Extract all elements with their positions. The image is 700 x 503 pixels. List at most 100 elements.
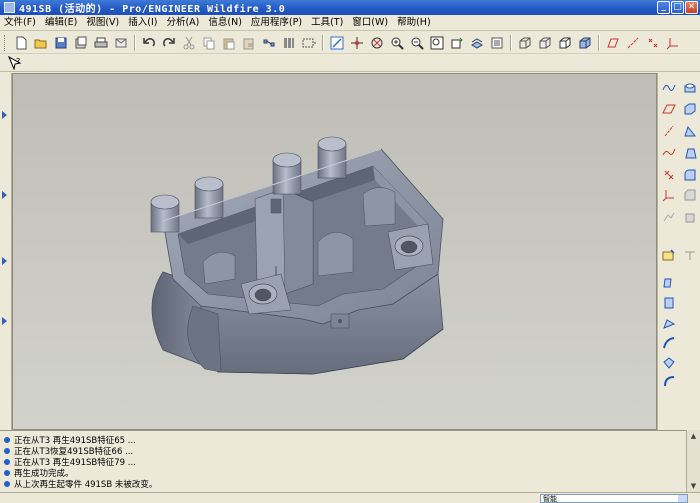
select-filter-icon[interactable] — [300, 34, 317, 51]
scroll-up-icon[interactable]: ▲ — [688, 431, 700, 441]
cut-icon[interactable] — [180, 34, 197, 51]
menu-analysis[interactable]: 分析(A) — [164, 16, 206, 30]
info-bullet-icon — [4, 458, 10, 465]
menu-edit[interactable]: 编辑(E) — [43, 16, 84, 30]
open-file-icon[interactable] — [32, 34, 49, 51]
draft-tool-icon[interactable] — [682, 145, 698, 161]
message-line: 正在从T3 再生491SB特征79 ... — [4, 456, 686, 468]
chevron-down-icon[interactable] — [678, 495, 687, 502]
shell-tool-icon[interactable] — [682, 101, 698, 117]
datum-axis-tool-icon[interactable] — [661, 123, 677, 139]
coordinate-system-tool-icon[interactable] — [661, 187, 677, 203]
wireframe-icon[interactable] — [516, 34, 533, 51]
graphics-window[interactable] — [12, 73, 657, 430]
sketch-plane-icon[interactable] — [661, 247, 677, 263]
message-text: 从上次再生起零件 491SB 未被改变。 — [14, 480, 158, 491]
save-icon[interactable] — [52, 34, 69, 51]
model-tree-icon[interactable] — [280, 34, 297, 51]
menu-window[interactable]: 窗口(W) — [350, 16, 395, 30]
title-bar: 491SB (活动的) - Pro/ENGINEER Wildfire 3.0 … — [0, 0, 700, 15]
print-icon[interactable] — [92, 34, 109, 51]
no-hidden-icon[interactable] — [556, 34, 573, 51]
toolbar-separator — [322, 34, 323, 51]
style-tool-icon[interactable] — [661, 373, 677, 389]
menu-insert[interactable]: 插入(I) — [126, 16, 164, 30]
regenerate-icon[interactable] — [260, 34, 277, 51]
round-tool-icon[interactable] — [682, 167, 698, 183]
datum-plane-tool-icon[interactable] — [661, 101, 677, 117]
message-line: 从上次再生起零件 491SB 未被改变。 — [4, 479, 686, 490]
copy-icon[interactable] — [200, 34, 217, 51]
svg-text:?: ? — [16, 57, 20, 66]
spin-center-icon[interactable] — [348, 34, 365, 51]
expand-arrow-icon[interactable] — [2, 191, 7, 199]
pro-engineer-window: 491SB (活动的) - Pro/ENGINEER Wildfire 3.0 … — [0, 0, 700, 503]
zoom-in-icon[interactable] — [388, 34, 405, 51]
menu-file[interactable]: 文件(F) — [2, 16, 43, 30]
menu-view[interactable]: 视图(V) — [84, 16, 126, 30]
refit-icon[interactable] — [428, 34, 445, 51]
zoom-out-icon[interactable] — [408, 34, 425, 51]
datum-axes-icon[interactable] — [624, 34, 641, 51]
save-copy-icon[interactable] — [72, 34, 89, 51]
expand-arrow-icon[interactable] — [2, 317, 7, 325]
extrude-tool-icon[interactable] — [682, 209, 698, 225]
main-toolbar — [0, 32, 700, 54]
coord-sys-icon[interactable] — [664, 34, 681, 51]
toolbar-separator — [510, 34, 511, 51]
saved-views-icon[interactable] — [468, 34, 485, 51]
toolbar-grip[interactable] — [4, 34, 7, 51]
window-title: 491SB (活动的) - Pro/ENGINEER Wildfire 3.0 — [19, 4, 286, 15]
expand-arrow-icon[interactable] — [2, 257, 7, 265]
datum-points-icon[interactable] — [644, 34, 661, 51]
orient-icon[interactable] — [368, 34, 385, 51]
datum-curve-tool-icon[interactable] — [661, 145, 677, 161]
new-file-icon[interactable] — [12, 34, 29, 51]
scroll-track[interactable] — [687, 442, 700, 480]
shading-icon[interactable] — [576, 34, 593, 51]
datum-point-tool-icon[interactable] — [661, 167, 677, 183]
hole-tool-icon[interactable] — [682, 79, 698, 95]
reorient-icon[interactable] — [448, 34, 465, 51]
redo-icon[interactable] — [160, 34, 177, 51]
feature-toolbar — [657, 73, 700, 430]
model-491sb — [150, 136, 444, 375]
variable-sweep-icon[interactable] — [661, 315, 677, 331]
expand-arrow-icon[interactable] — [2, 111, 7, 119]
minimize-button[interactable]: _ — [657, 1, 670, 14]
selection-filter-select[interactable]: 智能 — [540, 494, 688, 503]
paste-icon[interactable] — [220, 34, 237, 51]
message-text: 正在从T3恢复491SB特征66 ... — [14, 446, 134, 457]
datum-planes-icon[interactable] — [604, 34, 621, 51]
message-text: 再生成功完成。 — [14, 469, 74, 480]
maximize-button[interactable]: □ — [671, 1, 684, 14]
close-button[interactable]: ✕ — [685, 1, 698, 14]
paste-special-icon[interactable] — [240, 34, 257, 51]
blend-tool-icon[interactable] — [661, 335, 677, 351]
menu-info[interactable]: 信息(N) — [206, 16, 249, 30]
email-icon[interactable] — [112, 34, 129, 51]
sketch-tool-icon[interactable] — [661, 79, 677, 95]
info-bullet-icon — [4, 470, 10, 477]
chamfer-tool-icon[interactable] — [682, 187, 698, 203]
menu-tools[interactable]: 工具(T) — [309, 16, 350, 30]
menu-help[interactable]: 帮助(H) — [395, 16, 438, 30]
scroll-down-icon[interactable]: ▼ — [688, 481, 700, 491]
context-help-icon[interactable]: ? — [6, 54, 23, 71]
message-scrollbar[interactable]: ▲ ▼ — [686, 430, 700, 492]
revolve-tool-icon[interactable] — [682, 247, 698, 263]
revolve-feature-icon[interactable] — [661, 295, 677, 311]
undo-icon[interactable] — [140, 34, 157, 51]
toolbar-separator — [134, 34, 135, 51]
layers-icon[interactable] — [488, 34, 505, 51]
repaint-icon[interactable] — [328, 34, 345, 51]
extrude-feature-icon[interactable] — [661, 275, 677, 291]
boundary-blend-icon[interactable] — [661, 355, 677, 371]
toolbar-separator — [598, 34, 599, 51]
analysis-feature-icon[interactable] — [661, 209, 677, 225]
rib-tool-icon[interactable] — [682, 123, 698, 139]
hidden-line-icon[interactable] — [536, 34, 553, 51]
info-bullet-icon — [4, 436, 10, 443]
menu-applications[interactable]: 应用程序(P) — [249, 16, 309, 30]
help-toolbar: ? — [0, 54, 700, 72]
